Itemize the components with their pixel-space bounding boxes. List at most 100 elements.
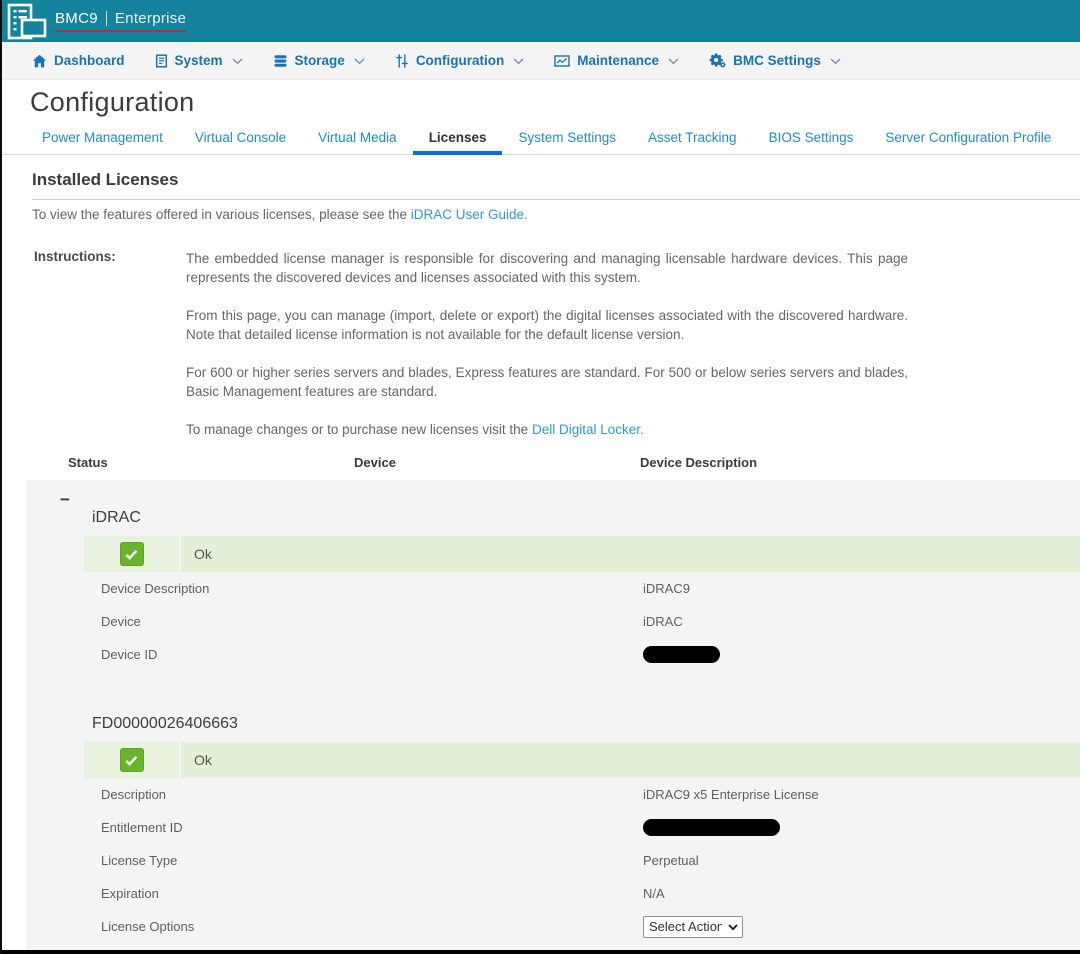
brand-separator (106, 11, 107, 26)
license-options-select[interactable]: Select Action (643, 916, 743, 938)
detail-row-description: DescriptioniDRAC9 x5 Enterprise License (26, 778, 1080, 811)
detail-row-device-description: Device DescriptioniDRAC9 (26, 572, 1080, 605)
nav-item-label: BMC Settings (733, 53, 821, 68)
bottom-edge-bar (2, 950, 1080, 954)
chevron-down-icon (232, 58, 243, 65)
group-title: FD00000026406663 (92, 715, 1080, 733)
tab-bar: Power ManagementVirtual ConsoleVirtual M… (2, 125, 1080, 155)
tab-system-settings[interactable]: System Settings (502, 125, 632, 154)
dell-digital-locker-link[interactable]: Dell Digital Locker. (532, 422, 644, 437)
instructions-body: The embedded license manager is responsi… (186, 249, 908, 439)
redacted-value (643, 646, 720, 663)
intro-text: To view the features offered in various … (32, 207, 1080, 222)
chevron-down-icon (513, 58, 524, 65)
sliders-icon (395, 54, 409, 68)
nav-item-label: Configuration (416, 53, 504, 68)
storage-icon (273, 54, 288, 68)
chevron-down-icon (830, 58, 841, 65)
detail-row-license-options: License OptionsSelect Action (26, 910, 1080, 943)
detail-label: Entitlement ID (101, 820, 643, 835)
nav-item-storage[interactable]: Storage (273, 53, 365, 68)
detail-label: Description (101, 787, 643, 802)
column-header-device: Device (354, 455, 640, 470)
gear-icon (709, 53, 726, 68)
instructions-closing: To manage changes or to purchase new lic… (186, 420, 908, 439)
instructions-block: Instructions: The embedded license manag… (34, 249, 1080, 439)
tab-asset-tracking[interactable]: Asset Tracking (632, 125, 753, 154)
detail-value: iDRAC (643, 614, 1080, 629)
status-label: Ok (181, 742, 212, 778)
brand-underline (55, 30, 186, 32)
group-title: iDRAC (92, 509, 1080, 527)
nav-item-label: Dashboard (54, 53, 125, 68)
detail-label: License Type (101, 853, 643, 868)
detail-row-device: DeviceiDRAC (26, 605, 1080, 638)
detail-value: iDRAC9 x5 Enterprise License (643, 787, 1080, 802)
collapse-minus-icon[interactable]: − (60, 490, 70, 509)
detail-value: Perpetual (643, 853, 1080, 868)
nav-item-bmc-settings[interactable]: BMC Settings (709, 53, 841, 68)
detail-row-expiration: ExpirationN/A (26, 877, 1080, 910)
brand-name: BMC9 (55, 10, 98, 27)
brand-home-link[interactable]: BMC9 Enterprise (7, 2, 186, 41)
column-header-status: Status (68, 455, 354, 470)
nav-item-maintenance[interactable]: Maintenance (554, 53, 679, 68)
license-group-fd00000026406663: FD00000026406663OkDescriptioniDRAC9 x5 E… (26, 715, 1080, 943)
detail-row-license-type: License TypePerpetual (26, 844, 1080, 877)
tab-power-management[interactable]: Power Management (26, 125, 179, 154)
nav-item-label: Maintenance (577, 53, 659, 68)
license-group-idrac: iDRACOkDevice DescriptioniDRAC9DeviceiDR… (26, 509, 1080, 671)
system-icon (155, 54, 168, 68)
tab-licenses[interactable]: Licenses (413, 125, 503, 154)
detail-label: Device (101, 614, 643, 629)
tab-virtual-media[interactable]: Virtual Media (302, 125, 413, 154)
tab-server-configuration-profile[interactable]: Server Configuration Profile (869, 125, 1067, 154)
page-title: Configuration (30, 87, 1080, 118)
nav-item-dashboard[interactable]: Dashboard (32, 53, 125, 68)
instructions-paragraph: From this page, you can manage (import, … (186, 306, 908, 344)
instructions-paragraph: For 600 or higher series servers and bla… (186, 363, 908, 401)
tab-bios-settings[interactable]: BIOS Settings (753, 125, 870, 154)
detail-value: iDRAC9 (643, 581, 1080, 596)
detail-label: License Options (101, 919, 643, 934)
app-window: BMC9 Enterprise Dashboard System Storage Co… (0, 0, 1080, 954)
bmc-logo-icon (7, 3, 47, 41)
detail-value (643, 646, 1080, 663)
detail-label: Device ID (101, 647, 643, 662)
nav-item-label: Storage (295, 53, 345, 68)
detail-row-device-id: Device ID (26, 638, 1080, 671)
detail-value: N/A (643, 886, 1080, 901)
main-nav: Dashboard System Storage Configuration Maint… (2, 42, 1080, 80)
detail-value (643, 819, 1080, 836)
section-title: Installed Licenses (32, 170, 1080, 190)
status-ok-check-icon (120, 542, 144, 566)
section-divider (32, 199, 1080, 200)
detail-label: Device Description (101, 581, 643, 596)
status-row: Ok (84, 536, 1080, 572)
licenses-table-header: StatusDeviceDevice Description (2, 439, 1080, 480)
status-cell (84, 536, 181, 572)
nav-item-configuration[interactable]: Configuration (395, 53, 524, 68)
nav-item-system[interactable]: System (155, 53, 243, 68)
chevron-down-icon (354, 58, 365, 65)
tab-virtual-console[interactable]: Virtual Console (179, 125, 302, 154)
detail-row-entitlement-id: Entitlement ID (26, 811, 1080, 844)
licenses-table-body: −iDRACOkDevice DescriptioniDRAC9DeviceiD… (26, 480, 1080, 950)
nav-item-label: System (175, 53, 223, 68)
page-content: Configuration Power ManagementVirtual Co… (2, 80, 1080, 950)
masthead: BMC9 Enterprise (2, 0, 1080, 42)
license-options-select-wrap: Select Action (643, 916, 743, 938)
status-ok-check-icon (120, 748, 144, 772)
brand-edition: Enterprise (115, 10, 186, 27)
detail-label: Expiration (101, 886, 643, 901)
chevron-down-icon (668, 58, 679, 65)
status-cell (84, 742, 181, 778)
instructions-paragraph: The embedded license manager is responsi… (186, 249, 908, 287)
redacted-value (643, 819, 780, 836)
detail-value: Select Action (643, 916, 1080, 938)
idrac-user-guide-link[interactable]: iDRAC User Guide. (411, 207, 528, 222)
home-icon (32, 54, 47, 68)
status-label: Ok (181, 536, 212, 572)
maintenance-icon (554, 54, 570, 68)
instructions-label: Instructions: (34, 249, 186, 439)
